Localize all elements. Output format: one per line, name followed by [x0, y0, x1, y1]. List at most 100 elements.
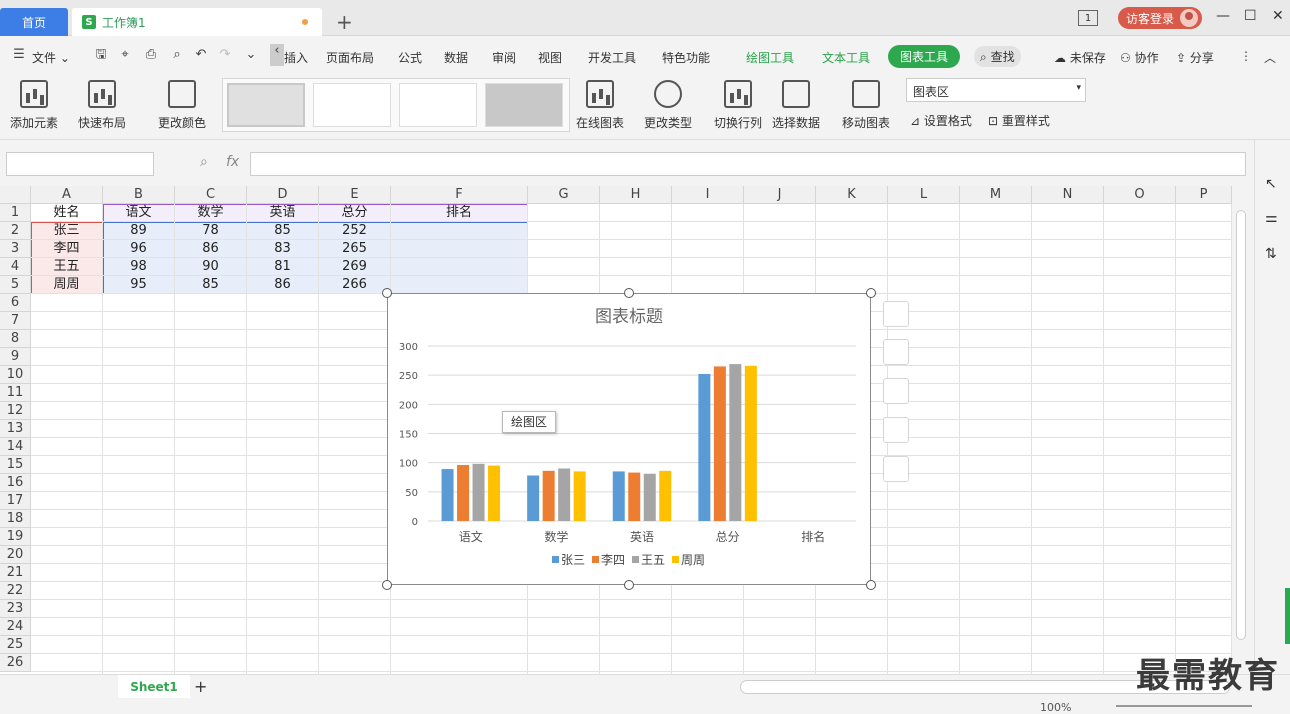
share-button[interactable]: ⇪ 分享: [1176, 49, 1214, 66]
row-header-15[interactable]: 15: [0, 456, 31, 474]
cell-D4[interactable]: 81: [247, 258, 319, 276]
menu-special[interactable]: 特色功能: [662, 49, 710, 66]
bar-王五-总分[interactable]: [729, 364, 742, 521]
bar-李四-语文[interactable]: [457, 465, 470, 521]
quick-access-dropdown-icon[interactable]: ⌄: [244, 48, 258, 62]
move-chart-button[interactable]: 移动图表: [842, 80, 890, 131]
row-header-22[interactable]: 22: [0, 582, 31, 600]
row-header-9[interactable]: 9: [0, 348, 31, 366]
chart[interactable]: 图表标题 0 50 100 150 200 250 300 语文 数学 英语 总分 排名 张三 李四 王五 周周: [387, 293, 871, 585]
menu-text-tools[interactable]: 文本工具: [822, 49, 870, 66]
menu-chart-tools[interactable]: 图表工具: [888, 45, 961, 68]
hamburger-menu-icon[interactable]: ☰: [12, 48, 26, 62]
redo-icon[interactable]: ↷: [218, 48, 232, 62]
cell-F5[interactable]: [391, 276, 528, 294]
cell-F1[interactable]: 排名: [391, 204, 528, 222]
column-header-O[interactable]: O: [1104, 186, 1176, 204]
row-header-18[interactable]: 18: [0, 510, 31, 528]
collapse-ribbon-icon[interactable]: ︿: [1264, 49, 1276, 66]
cell-E5[interactable]: 266: [319, 276, 391, 294]
bar-张三-总分[interactable]: [698, 374, 711, 521]
select-cursor-icon[interactable]: ↖: [1265, 176, 1277, 192]
row-header-13[interactable]: 13: [0, 420, 31, 438]
switch-row-col-button[interactable]: 切换行列: [714, 80, 762, 131]
chart-svg[interactable]: 图表标题 0 50 100 150 200 250 300 语文 数学 英语 总分 排名张三 李四 王五 周周: [388, 294, 870, 584]
bar-张三-数学[interactable]: [527, 475, 540, 522]
column-header-N[interactable]: N: [1032, 186, 1104, 204]
row-header-24[interactable]: 24: [0, 618, 31, 636]
column-header-J[interactable]: J: [744, 186, 816, 204]
close-icon[interactable]: ✕: [1272, 8, 1284, 24]
adjust-sliders-icon[interactable]: ⚌: [1265, 210, 1278, 226]
menu-view[interactable]: 视图: [538, 49, 562, 66]
change-color-button[interactable]: 更改颜色: [158, 80, 206, 131]
resize-handle-t[interactable]: [624, 288, 634, 298]
resize-handle-tl[interactable]: [382, 288, 392, 298]
cell-A2[interactable]: 张三: [31, 222, 103, 240]
bar-周周-数学[interactable]: [573, 471, 586, 521]
zoom-level[interactable]: 100%: [1040, 701, 1071, 714]
chart-filter-icon[interactable]: [883, 378, 909, 404]
row-header-8[interactable]: 8: [0, 330, 31, 348]
menu-page-layout[interactable]: 页面布局: [326, 49, 374, 66]
zoom-formula-icon[interactable]: ⌕: [200, 154, 208, 170]
quick-layout-button[interactable]: 快速布局: [78, 80, 126, 131]
online-chart-icon-side[interactable]: [883, 417, 909, 443]
cell-F3[interactable]: [391, 240, 528, 258]
cell-C1[interactable]: 数学: [175, 204, 247, 222]
chart-style-brush-icon[interactable]: [883, 339, 909, 365]
column-header-F[interactable]: F: [391, 186, 528, 204]
bar-王五-数学[interactable]: [558, 468, 571, 522]
column-header-C[interactable]: C: [175, 186, 247, 204]
menu-insert[interactable]: 插入: [284, 49, 308, 66]
set-format-button[interactable]: ⊿ 设置格式: [910, 112, 972, 129]
column-header-G[interactable]: G: [528, 186, 600, 204]
row-header-11[interactable]: 11: [0, 384, 31, 402]
bar-李四-数学[interactable]: [542, 470, 555, 521]
bar-李四-英语[interactable]: [628, 472, 641, 521]
chart-elements-icon[interactable]: [883, 301, 909, 327]
menu-formula[interactable]: 公式: [398, 49, 422, 66]
maximize-icon[interactable]: ☐: [1244, 8, 1257, 24]
row-header-14[interactable]: 14: [0, 438, 31, 456]
column-header-D[interactable]: D: [247, 186, 319, 204]
resize-handle-br[interactable]: [866, 580, 876, 590]
cell-E3[interactable]: 265: [319, 240, 391, 258]
chart-element-select[interactable]: 图表区 ▾: [906, 78, 1086, 102]
more-icon[interactable]: ⋮: [1240, 49, 1252, 63]
format-painter-icon[interactable]: ⌖: [118, 48, 132, 62]
cell-E2[interactable]: 252: [319, 222, 391, 240]
workbook-tab[interactable]: S 工作簿1: [72, 8, 322, 36]
row-header-25[interactable]: 25: [0, 636, 31, 654]
vertical-scrollbar[interactable]: [1236, 210, 1246, 640]
name-box[interactable]: [6, 152, 154, 176]
column-header-B[interactable]: B: [103, 186, 175, 204]
bar-周周-语文[interactable]: [488, 465, 501, 521]
cell-D5[interactable]: 86: [247, 276, 319, 294]
row-header-23[interactable]: 23: [0, 600, 31, 618]
print-preview-icon[interactable]: ⌕: [170, 48, 184, 62]
search-button[interactable]: ⌕ 查找: [974, 46, 1021, 67]
cell-D1[interactable]: 英语: [247, 204, 319, 222]
unsaved-status[interactable]: ☁ 未保存: [1054, 49, 1106, 66]
bar-王五-语文[interactable]: [472, 463, 485, 521]
transform-icon[interactable]: ⇅: [1265, 246, 1277, 262]
new-tab-button[interactable]: +: [336, 10, 353, 34]
row-header-19[interactable]: 19: [0, 528, 31, 546]
print-icon[interactable]: ⎙: [144, 48, 158, 62]
select-data-button[interactable]: 选择数据: [772, 80, 820, 131]
chart-title[interactable]: 图表标题: [595, 307, 663, 327]
row-header-10[interactable]: 10: [0, 366, 31, 384]
row-header-4[interactable]: 4: [0, 258, 31, 276]
fx-icon[interactable]: fx: [226, 154, 239, 170]
cell-D2[interactable]: 85: [247, 222, 319, 240]
cell-B2[interactable]: 89: [103, 222, 175, 240]
cell-C5[interactable]: 85: [175, 276, 247, 294]
add-element-button[interactable]: 添加元素: [10, 80, 58, 131]
chart-style-4[interactable]: [485, 83, 563, 127]
row-header-7[interactable]: 7: [0, 312, 31, 330]
row-header-6[interactable]: 6: [0, 294, 31, 312]
cell-F2[interactable]: [391, 222, 528, 240]
add-sheet-button[interactable]: +: [194, 677, 207, 696]
chart-style-1[interactable]: [227, 83, 305, 127]
